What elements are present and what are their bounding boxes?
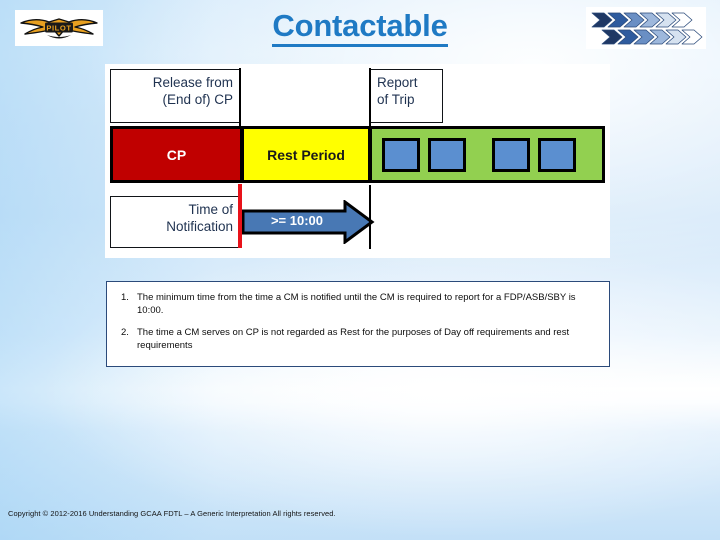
- label-release-line1: Release from: [152, 75, 233, 90]
- sector-block: [382, 137, 420, 172]
- note-number: 1.: [121, 292, 129, 303]
- copyright-footer: Copyright © 2012-2016 Understanding GCAA…: [8, 509, 336, 518]
- note-item: 2. The time a CM serves on CP is not reg…: [117, 326, 599, 352]
- chevron-arrows-icon: [586, 7, 706, 49]
- notification-arrow: >= 10:00: [241, 200, 375, 244]
- label-time-of-notification: Time of Notification: [110, 196, 240, 248]
- pilot-wings-badge-logo: PILOT: [15, 10, 103, 46]
- arrow-right-icon: [241, 200, 375, 244]
- chevron-arrows-logo: [586, 7, 706, 49]
- note-text: The minimum time from the time a CM is n…: [137, 292, 576, 316]
- sector-block: [492, 137, 530, 172]
- note-item: 1. The minimum time from the time a CM i…: [117, 291, 599, 317]
- label-report-line2: of Trip: [377, 92, 415, 107]
- segment-rest-label: Rest Period: [267, 146, 345, 163]
- sector-block: [538, 137, 576, 172]
- segment-cp-label: CP: [166, 146, 187, 163]
- notes-panel: 1. The minimum time from the time a CM i…: [106, 281, 610, 367]
- divider-release-line: [239, 68, 241, 128]
- sector-block: [428, 137, 466, 172]
- label-release-from-cp: Release from (End of) CP: [110, 69, 240, 123]
- segment-rest-period: Rest Period: [242, 126, 370, 183]
- page-title-text: Contactable: [272, 8, 448, 47]
- label-notify-line1: Time of: [188, 202, 233, 217]
- note-number: 2.: [121, 327, 129, 338]
- divider-report-line-top: [369, 68, 371, 128]
- marker-notification-tick: [238, 184, 242, 248]
- label-release-line2: (End of) CP: [162, 92, 233, 107]
- timeline-bar: CP Rest Period: [110, 126, 605, 183]
- label-notify-line2: Notification: [166, 219, 233, 234]
- segment-fdp: [370, 126, 605, 183]
- pilot-wings-icon: PILOT: [15, 10, 103, 46]
- label-report-line1: Report: [377, 75, 418, 90]
- divider-report-line-bottom: [369, 185, 371, 249]
- note-text: The time a CM serves on CP is not regard…: [137, 327, 570, 351]
- svg-text:PILOT: PILOT: [46, 23, 71, 32]
- slide-canvas: PILOT Contactable Release from (End of) …: [0, 0, 720, 540]
- timeline-diagram: Release from (End of) CP Report of Trip …: [105, 64, 610, 258]
- segment-cp: CP: [110, 126, 242, 183]
- label-report-of-trip: Report of Trip: [370, 69, 443, 123]
